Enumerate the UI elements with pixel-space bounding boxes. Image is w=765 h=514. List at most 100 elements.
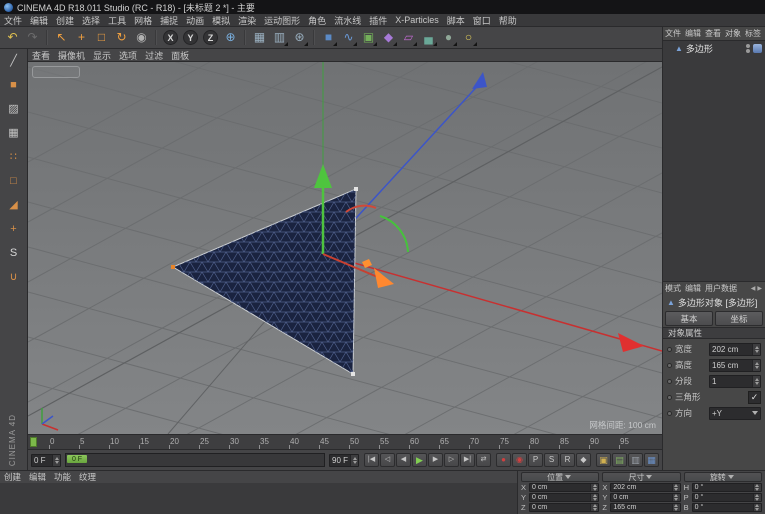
timeline-tick-35[interactable]: 35 bbox=[259, 435, 290, 449]
object-manager-menu-1[interactable]: 编辑 bbox=[683, 28, 703, 39]
transport-option-icon-4[interactable]: ▦ bbox=[644, 453, 659, 467]
animation-dot[interactable] bbox=[667, 410, 672, 416]
timeline-tick-0[interactable]: 0 bbox=[49, 435, 80, 449]
vertex-point[interactable] bbox=[351, 372, 355, 376]
transport-option-icon-1[interactable]: ▣ bbox=[596, 453, 611, 467]
menu-11[interactable]: 角色 bbox=[304, 14, 330, 26]
spinner[interactable] bbox=[52, 454, 60, 466]
attribute-manager-menu-1[interactable]: 编辑 bbox=[683, 283, 703, 294]
add-modeling-icon[interactable]: ◆ bbox=[379, 28, 398, 47]
plane-handle[interactable] bbox=[362, 259, 372, 268]
timeline-slider[interactable]: 0 F bbox=[65, 453, 325, 467]
record-keyframe-button[interactable]: ● bbox=[496, 453, 511, 467]
material-manager-menu-2[interactable]: 功能 bbox=[50, 471, 75, 483]
menu-3[interactable]: 选择 bbox=[78, 14, 104, 26]
rotate-band-green[interactable] bbox=[379, 215, 409, 253]
add-camera-icon[interactable]: ● bbox=[439, 28, 458, 47]
viewport-menu-4[interactable]: 过滤 bbox=[141, 49, 167, 62]
segments-field[interactable]: 1 bbox=[709, 374, 761, 388]
coord-field[interactable]: 202 cm bbox=[610, 483, 681, 492]
workplane-mode-icon[interactable]: ▦ bbox=[4, 124, 23, 143]
spinner[interactable] bbox=[752, 484, 761, 491]
spinner[interactable] bbox=[752, 375, 760, 387]
viewport-menu-5[interactable]: 面板 bbox=[167, 49, 193, 62]
object-manager-tree[interactable]: ▲ 多边形 bbox=[663, 40, 765, 282]
add-deformer-icon[interactable]: ▱ bbox=[399, 28, 418, 47]
timeline-tick-85[interactable]: 85 bbox=[559, 435, 590, 449]
height-field[interactable]: 165 cm bbox=[709, 358, 761, 372]
menu-7[interactable]: 动画 bbox=[182, 14, 208, 26]
animation-dot[interactable] bbox=[667, 394, 672, 400]
enable-axis-icon[interactable]: + bbox=[4, 220, 23, 239]
render-settings-icon[interactable]: ⊛ bbox=[290, 28, 309, 47]
viewport-solo-icon[interactable]: S bbox=[4, 244, 23, 263]
menu-2[interactable]: 创建 bbox=[52, 14, 78, 26]
coord-field[interactable]: 0 ° bbox=[691, 483, 762, 492]
current-frame-field[interactable]: 0 F bbox=[31, 453, 61, 467]
width-field[interactable]: 202 cm bbox=[709, 342, 761, 356]
autokey-button[interactable]: ◉ bbox=[512, 453, 527, 467]
menu-13[interactable]: 插件 bbox=[365, 14, 391, 26]
menu-6[interactable]: 捕捉 bbox=[156, 14, 182, 26]
coord-field[interactable]: 0 ° bbox=[691, 493, 762, 502]
viewport-canvas[interactable] bbox=[28, 62, 662, 434]
phong-tag-icon[interactable] bbox=[753, 44, 762, 53]
move-tool-icon[interactable]: + bbox=[72, 28, 91, 47]
timeline-tick-20[interactable]: 20 bbox=[169, 435, 200, 449]
triangles-checkbox[interactable]: ✓ bbox=[748, 390, 761, 404]
vertex-point[interactable] bbox=[171, 265, 175, 269]
viewport-menu-1[interactable]: 摄像机 bbox=[54, 49, 89, 62]
redo-icon[interactable]: ↷ bbox=[23, 28, 42, 47]
spinner[interactable] bbox=[590, 504, 599, 511]
spinner[interactable] bbox=[752, 343, 760, 355]
material-manager-menu-0[interactable]: 创建 bbox=[0, 471, 25, 483]
points-mode-icon[interactable]: ∷ bbox=[4, 148, 23, 167]
record-rotation-button[interactable]: R bbox=[560, 453, 575, 467]
undo-icon[interactable]: ↶ bbox=[3, 28, 22, 47]
object-manager-menu-4[interactable]: 标签 bbox=[743, 28, 763, 39]
spinner[interactable] bbox=[671, 504, 680, 511]
timeline-tick-10[interactable]: 10 bbox=[109, 435, 140, 449]
coord-field[interactable]: 0 cm bbox=[529, 503, 600, 512]
vertex-point[interactable] bbox=[354, 187, 358, 191]
timeline-tick-5[interactable]: 5 bbox=[79, 435, 110, 449]
animation-dot[interactable] bbox=[667, 378, 672, 384]
next-frame-button[interactable]: ▶ bbox=[428, 453, 443, 467]
spinner[interactable] bbox=[590, 494, 599, 501]
timeline-tick-25[interactable]: 25 bbox=[199, 435, 230, 449]
previous-frame-button[interactable]: ◀ bbox=[396, 453, 411, 467]
polygons-mode-icon[interactable]: ◢ bbox=[4, 196, 23, 215]
viewport-hud-box[interactable] bbox=[32, 66, 80, 78]
coord-field[interactable]: 0 ° bbox=[691, 503, 762, 512]
animation-dot[interactable] bbox=[667, 362, 672, 368]
object-row[interactable]: ▲ 多边形 bbox=[663, 41, 765, 56]
coord-group-title[interactable]: 位置 bbox=[521, 472, 600, 482]
spinner[interactable] bbox=[350, 454, 358, 466]
current-frame-marker[interactable] bbox=[30, 437, 37, 447]
last-tool-icon[interactable]: ◉ bbox=[132, 28, 151, 47]
coord-field[interactable]: 0 cm bbox=[529, 493, 600, 502]
coord-field[interactable]: 0 cm bbox=[529, 483, 600, 492]
timeline-tick-90[interactable]: 90 bbox=[589, 435, 620, 449]
menu-14[interactable]: X-Particles bbox=[391, 15, 443, 25]
render-picture-viewer-icon[interactable]: ▥ bbox=[270, 28, 289, 47]
timeline-tick-65[interactable]: 65 bbox=[439, 435, 470, 449]
timeline-slider-thumb[interactable]: 0 F bbox=[67, 455, 87, 463]
material-manager-body[interactable] bbox=[0, 483, 517, 514]
add-spline-icon[interactable]: ∿ bbox=[339, 28, 358, 47]
timeline-tick-75[interactable]: 75 bbox=[499, 435, 530, 449]
coord-group-title[interactable]: 旋转 bbox=[683, 472, 762, 482]
polygon-object[interactable] bbox=[171, 187, 358, 376]
texture-mode-icon[interactable]: ▨ bbox=[4, 100, 23, 119]
material-manager-menu-1[interactable]: 编辑 bbox=[25, 471, 50, 483]
timeline-tick-55[interactable]: 55 bbox=[379, 435, 410, 449]
end-frame-field[interactable]: 90 F bbox=[329, 453, 359, 467]
spinner[interactable] bbox=[752, 359, 760, 371]
y-axis-button[interactable]: Y bbox=[183, 30, 198, 45]
transport-option-icon-2[interactable]: ▤ bbox=[612, 453, 627, 467]
coord-field[interactable]: 165 cm bbox=[610, 503, 681, 512]
attribute-manager-menu-0[interactable]: 模式 bbox=[663, 283, 683, 294]
timeline-tick-70[interactable]: 70 bbox=[469, 435, 500, 449]
viewport-menu-3[interactable]: 选项 bbox=[115, 49, 141, 62]
render-view-icon[interactable]: ▦ bbox=[250, 28, 269, 47]
